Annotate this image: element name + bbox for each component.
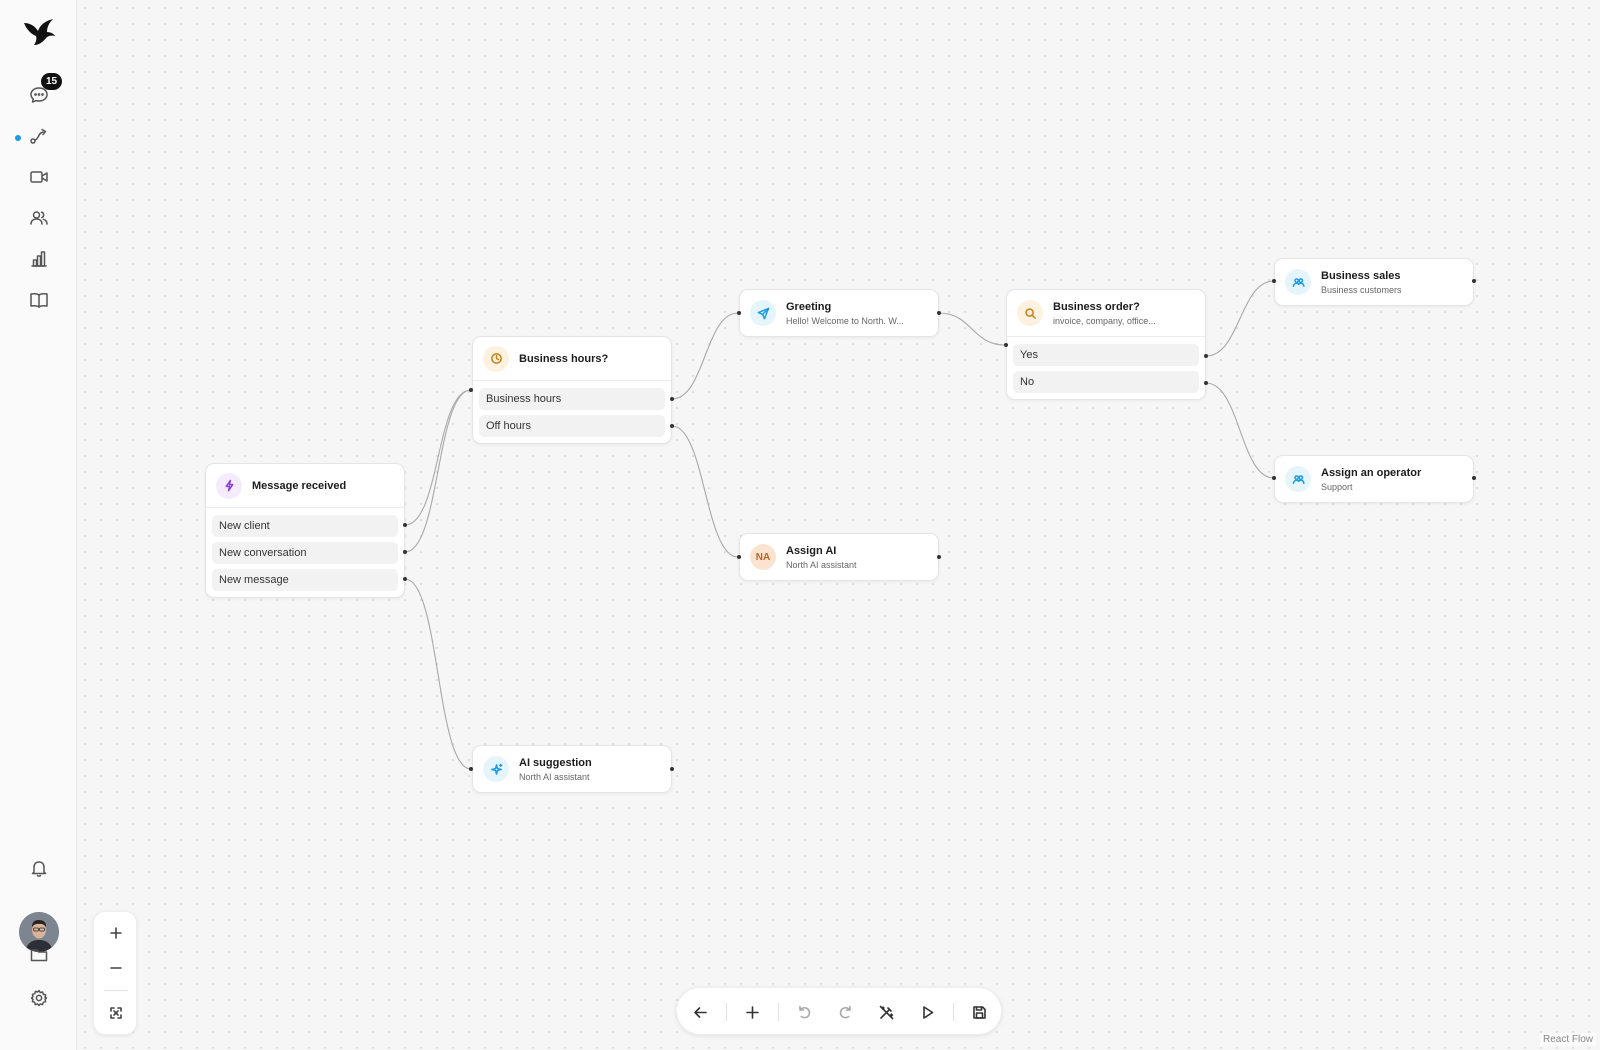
source-handle[interactable] [937,555,941,559]
target-handle[interactable] [469,388,473,392]
target-handle[interactable] [737,555,741,559]
source-handle[interactable] [1472,279,1476,283]
node-greeting[interactable]: Greeting Hello! Welcome to North. W... [739,289,939,337]
play-icon[interactable] [912,997,942,1027]
node-ai-suggestion[interactable]: AI suggestion North AI assistant [472,745,672,793]
redo-icon[interactable] [830,997,860,1027]
undo-icon[interactable] [789,997,819,1027]
target-handle[interactable] [469,767,473,771]
team-icon [1285,269,1311,295]
sidebar: 15 [0,0,77,1050]
node-subtitle: invoice, company, office... [1053,315,1156,326]
ai-avatar: NA [750,544,776,570]
users-icon[interactable] [21,200,57,236]
node-business-sales[interactable]: Business sales Business customers [1274,258,1474,306]
node-title: Assign an operator [1321,466,1422,479]
fit-view-icon[interactable] [101,998,131,1028]
source-handle[interactable] [1204,354,1208,358]
folder-icon[interactable] [21,937,57,973]
video-icon[interactable] [21,159,57,195]
node-subtitle: Business customers [1321,284,1402,295]
zoom-in-icon[interactable] [101,918,131,948]
source-handle[interactable] [403,550,407,554]
source-handle[interactable] [403,577,407,581]
add-icon[interactable] [737,997,767,1027]
node-assign-operator[interactable]: Assign an operator Support [1274,455,1474,503]
chat-badge: 15 [41,73,62,90]
divider [104,990,128,991]
magic-wand-icon[interactable] [871,997,901,1027]
divider [953,1003,954,1021]
clock-icon [483,345,509,372]
source-handle[interactable] [1472,476,1476,480]
flow-icon[interactable] [21,118,57,154]
gear-icon[interactable] [21,980,57,1016]
node-business-hours[interactable]: Business hours? Business hours Off hours [472,336,672,444]
option-new-conversation[interactable]: New conversation [212,542,398,564]
option-new-client[interactable]: New client [212,515,398,537]
node-title: Business sales [1321,269,1401,282]
back-arrow-icon[interactable] [685,997,715,1027]
zoom-controls [93,911,137,1035]
bottom-toolbar [676,987,1002,1035]
node-subtitle: Support [1321,481,1353,492]
react-flow-attribution[interactable]: React Flow [1539,1033,1596,1046]
node-business-order[interactable]: Business order? invoice, company, office… [1006,289,1206,400]
target-handle[interactable] [737,311,741,315]
node-title: Business order? [1053,300,1140,313]
save-icon[interactable] [964,997,994,1027]
node-title: Greeting [786,300,832,313]
option-yes[interactable]: Yes [1013,344,1199,366]
option-off-hours[interactable]: Off hours [479,415,665,437]
target-handle[interactable] [1272,476,1276,480]
source-handle[interactable] [670,397,674,401]
node-message-received[interactable]: Message received New client New conversa… [205,463,405,598]
source-handle[interactable] [1204,381,1208,385]
search-icon [1017,300,1043,326]
chart-icon[interactable] [21,241,57,277]
book-icon[interactable] [21,282,57,318]
zoom-out-icon[interactable] [101,953,131,983]
lightning-icon [216,472,242,499]
option-new-message[interactable]: New message [212,569,398,591]
node-subtitle: North AI assistant [786,559,857,570]
node-title: AI suggestion [519,756,592,769]
target-handle[interactable] [1272,279,1276,283]
source-handle[interactable] [403,523,407,527]
node-title: Message received [252,479,347,492]
source-handle[interactable] [937,311,941,315]
divider [778,1003,779,1021]
sparkle-icon [483,756,509,782]
source-handle[interactable] [670,424,674,428]
node-assign-ai[interactable]: NA Assign AI North AI assistant [739,533,939,581]
source-handle[interactable] [670,767,674,771]
bird-logo[interactable] [20,14,58,50]
node-title: Assign AI [786,544,837,557]
option-business-hours[interactable]: Business hours [479,388,665,410]
divider [726,1003,727,1021]
node-subtitle: North AI assistant [519,771,590,782]
send-icon [750,300,776,326]
node-title: Business hours? [519,352,609,365]
team-icon [1285,466,1311,492]
bell-icon[interactable] [21,850,57,886]
option-no[interactable]: No [1013,371,1199,393]
node-subtitle: Hello! Welcome to North. W... [786,315,904,326]
target-handle[interactable] [1004,343,1008,347]
